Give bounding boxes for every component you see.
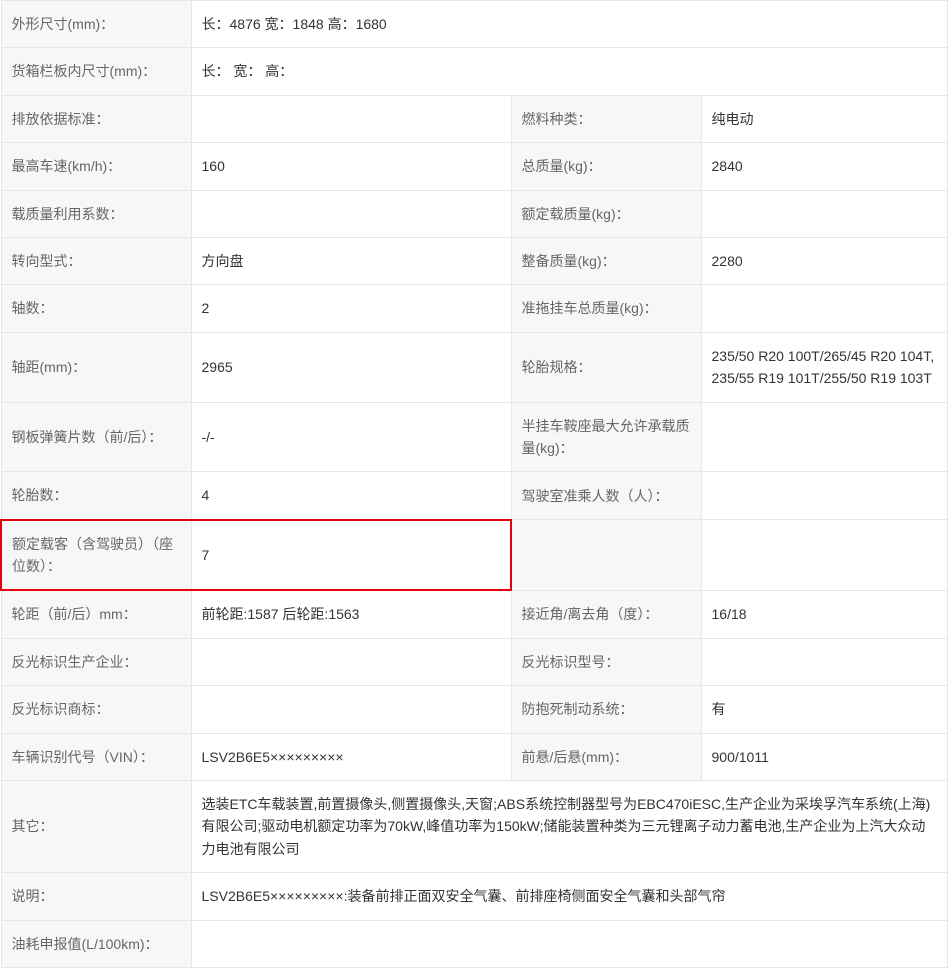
value-cab-seats [701,472,948,520]
value-fuel-consumption [191,920,948,967]
value-refl-model [701,638,948,685]
label-emission-standard: 排放依据标准： [1,95,191,142]
value-gross-mass: 2840 [701,143,948,190]
value-track: 前轮距:1587 后轮距:1563 [191,590,511,638]
empty-value [701,520,948,591]
value-axle-count: 2 [191,285,511,332]
label-trailer-mass: 准拖挂车总质量(kg)： [511,285,701,332]
value-tire-count: 4 [191,472,511,520]
label-gross-mass: 总质量(kg)： [511,143,701,190]
label-overhang: 前悬/后悬(mm)： [511,733,701,780]
label-tire-spec: 轮胎规格： [511,332,701,402]
label-refl-model: 反光标识型号： [511,638,701,685]
value-dimensions: 长：4876 宽：1848 高：1680 [191,1,948,48]
label-max-speed: 最高车速(km/h)： [1,143,191,190]
row-track-angles: 轮距（前/后）mm： 前轮距:1587 后轮距:1563 接近角/离去角（度）：… [1,590,948,638]
spec-table: 外形尺寸(mm)： 长：4876 宽：1848 高：1680 货箱栏板内尺寸(m… [0,0,948,968]
value-refl-mfr [191,638,511,685]
row-vin-overhang: 车辆识别代号（VIN）： LSV2B6E5××××××××× 前悬/后悬(mm)… [1,733,948,780]
row-other: 其它： 选装ETC车载装置,前置摄像头,侧置摄像头,天窗;ABS系统控制器型号为… [1,781,948,873]
value-note: LSV2B6E5×××××××××:装备前排正面双安全气囊、前排座椅侧面安全气囊… [191,873,948,920]
label-fuel-consumption: 油耗申报值(L/100km)： [1,920,191,967]
row-spring-saddle: 钢板弹簧片数（前/后）： -/- 半挂车鞍座最大允许承载质量(kg)： [1,402,948,472]
label-rated-load: 额定载质量(kg)： [511,190,701,237]
row-note: 说明： LSV2B6E5×××××××××:装备前排正面双安全气囊、前排座椅侧面… [1,873,948,920]
label-axle-count: 轴数： [1,285,191,332]
value-wheelbase: 2965 [191,332,511,402]
row-emission-fuel: 排放依据标准： 燃料种类： 纯电动 [1,95,948,142]
value-curb-mass: 2280 [701,237,948,284]
row-cargo-dims: 货箱栏板内尺寸(mm)： 长： 宽： 高： [1,48,948,95]
value-emission-standard [191,95,511,142]
value-vin: LSV2B6E5××××××××× [191,733,511,780]
value-tire-spec: 235/50 R20 100T/265/45 R20 104T,235/55 R… [701,332,948,402]
value-refl-brand [191,686,511,733]
value-other: 选装ETC车载装置,前置摄像头,侧置摄像头,天窗;ABS系统控制器型号为EBC4… [191,781,948,873]
label-steering: 转向型式： [1,237,191,284]
label-abs: 防抱死制动系统： [511,686,701,733]
label-wheelbase: 轴距(mm)： [1,332,191,402]
label-load-factor: 载质量利用系数： [1,190,191,237]
row-speed-gvm: 最高车速(km/h)： 160 总质量(kg)： 2840 [1,143,948,190]
label-fuel-type: 燃料种类： [511,95,701,142]
label-dimensions: 外形尺寸(mm)： [1,1,191,48]
label-vin: 车辆识别代号（VIN）： [1,733,191,780]
label-refl-mfr: 反光标识生产企业： [1,638,191,685]
value-rated-load [701,190,948,237]
value-overhang: 900/1011 [701,733,948,780]
row-loadfactor-ratedload: 载质量利用系数： 额定载质量(kg)： [1,190,948,237]
label-curb-mass: 整备质量(kg)： [511,237,701,284]
label-leaf-spring: 钢板弹簧片数（前/后）： [1,402,191,472]
label-saddle-load: 半挂车鞍座最大允许承载质量(kg)： [511,402,701,472]
row-dimensions: 外形尺寸(mm)： 长：4876 宽：1848 高：1680 [1,1,948,48]
empty-label [511,520,701,591]
label-cab-seats: 驾驶室准乘人数（人）： [511,472,701,520]
label-tire-count: 轮胎数： [1,472,191,520]
row-axles-trailer: 轴数： 2 准拖挂车总质量(kg)： [1,285,948,332]
value-load-factor [191,190,511,237]
label-cargo-dims: 货箱栏板内尺寸(mm)： [1,48,191,95]
value-trailer-mass [701,285,948,332]
value-leaf-spring: -/- [191,402,511,472]
value-cargo-dims: 长： 宽： 高： [191,48,948,95]
row-reflbrand-abs: 反光标识商标： 防抱死制动系统： 有 [1,686,948,733]
label-approach-angle: 接近角/离去角（度）： [511,590,701,638]
row-fuel-consumption: 油耗申报值(L/100km)： [1,920,948,967]
label-other: 其它： [1,781,191,873]
value-saddle-load [701,402,948,472]
label-track: 轮距（前/后）mm： [1,590,191,638]
label-refl-brand: 反光标识商标： [1,686,191,733]
row-rated-seats: 额定载客（含驾驶员）（座位数）： 7 [1,520,948,591]
label-note: 说明： [1,873,191,920]
value-max-speed: 160 [191,143,511,190]
row-steering-curb: 转向型式： 方向盘 整备质量(kg)： 2280 [1,237,948,284]
value-rated-seats: 7 [191,520,511,591]
value-approach-angle: 16/18 [701,590,948,638]
value-abs: 有 [701,686,948,733]
label-rated-seats: 额定载客（含驾驶员）（座位数）： [1,520,191,591]
row-refl-mfr-model: 反光标识生产企业： 反光标识型号： [1,638,948,685]
row-tirecount-cabseats: 轮胎数： 4 驾驶室准乘人数（人）： [1,472,948,520]
row-wheelbase-tires: 轴距(mm)： 2965 轮胎规格： 235/50 R20 100T/265/4… [1,332,948,402]
value-steering: 方向盘 [191,237,511,284]
value-fuel-type: 纯电动 [701,95,948,142]
